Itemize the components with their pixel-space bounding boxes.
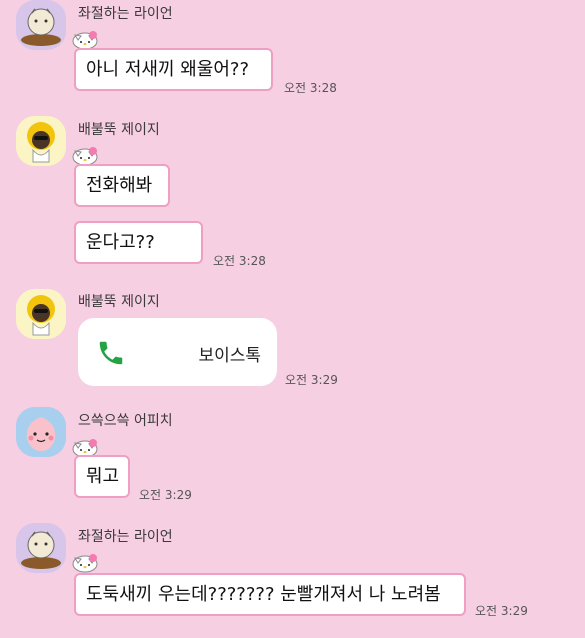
ryan-avatar-icon[interactable] [16,0,66,50]
apeach-avatar-icon[interactable] [16,407,66,457]
message-bubble: 전화해봐 [74,164,170,207]
sender-name: 배불뚝 제이지 [78,294,160,310]
message-time: 오전 3:29 [139,488,192,502]
message-time: 오전 3:29 [475,604,528,618]
jayg-avatar-icon[interactable] [16,116,66,166]
call-label: 보이스톡 [198,346,261,366]
message-bubble: 뭐고 [74,455,130,498]
ryan-avatar-icon[interactable] [16,523,66,573]
sender-name: 으쓱으쓱 어피치 [78,413,173,429]
sender-name: 좌절하는 라이언 [78,529,173,545]
hello-kitty-icon [71,552,99,574]
message-bubble: 도둑새끼 우는데??????? 눈빨개져서 나 노려봄 [74,573,466,616]
sender-name: 좌절하는 라이언 [78,6,173,22]
jayg-avatar-icon[interactable] [16,289,66,339]
phone-icon [99,341,123,365]
message-bubble: 아니 저새끼 왜울어?? [74,48,273,91]
message-time: 오전 3:29 [285,373,338,387]
voice-call-card[interactable]: 보이스톡 [78,318,277,386]
message-time: 오전 3:28 [213,254,266,268]
sender-name: 배불뚝 제이지 [78,122,160,138]
message-bubble: 운다고?? [74,221,203,264]
message-time: 오전 3:28 [284,81,337,95]
